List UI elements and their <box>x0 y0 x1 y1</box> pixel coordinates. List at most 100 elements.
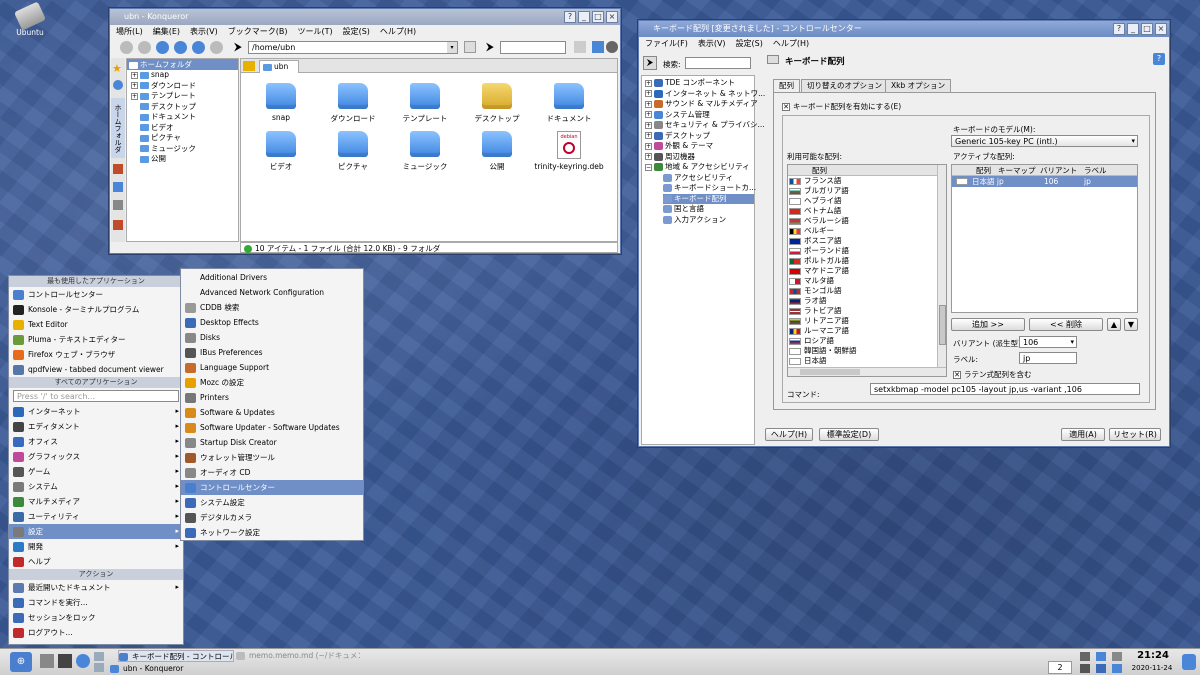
menu-item[interactable]: オフィス ▸ <box>9 434 183 449</box>
services-icon[interactable] <box>113 220 123 230</box>
expand-icon[interactable]: + <box>645 153 652 160</box>
tree-item[interactable]: デスクトップ <box>131 102 238 113</box>
menu-item[interactable]: コントロールセンター <box>181 480 363 495</box>
expand-icon[interactable]: + <box>645 90 652 97</box>
menu-item[interactable]: Text Editor <box>9 317 183 332</box>
menu-item[interactable]: 最近開いたドキュメント ▸ <box>9 580 183 595</box>
scroll-thumb[interactable] <box>939 305 946 345</box>
control-titlebar[interactable]: キーボード配列 [変更されました] - コントロールセンター ? _ □ × <box>639 21 1169 37</box>
konsole-launcher-icon[interactable] <box>58 654 72 668</box>
close-icon[interactable]: × <box>1155 23 1167 35</box>
file-item[interactable]: ドキュメント <box>533 83 605 124</box>
command-field[interactable]: setxkbmap -model pc105 -layout jp,us -va… <box>870 383 1140 395</box>
tab-layout[interactable]: 配列 <box>773 79 800 92</box>
table-row[interactable]: 日本語 jp 106 jp <box>952 176 1137 187</box>
menu-item[interactable]: マルチメディア ▸ <box>9 494 183 509</box>
clock-time[interactable]: 21:24 <box>1130 650 1176 661</box>
taskbar-task-memo[interactable]: memo.memo.md (~/ドキュメント <box>236 650 360 662</box>
clear-icon[interactable] <box>574 41 586 53</box>
tray-icon-2[interactable] <box>1096 652 1106 661</box>
list-item[interactable]: フランス語 <box>789 176 946 186</box>
menu-item[interactable]: エディタメント ▸ <box>9 419 183 434</box>
minimize-icon[interactable]: _ <box>1127 23 1139 35</box>
go-icon[interactable] <box>464 41 476 53</box>
latin-checkbox[interactable]: ✕ ラテン式配列を含む <box>953 369 1032 380</box>
available-layouts-list[interactable]: 配列 フランス語 ブルガリア語 ヘブライ語 ベトナム語 ベラルーシ語 ベルギー ボスニア語ポ… <box>787 164 947 377</box>
tree-item[interactable]: 公開 <box>131 154 238 165</box>
file-item[interactable]: ミュージック <box>389 131 461 172</box>
app-search-input[interactable]: Press '/' to search... <box>13 390 179 402</box>
remove-layout-button[interactable]: << 削除 <box>1029 318 1103 331</box>
col-variant[interactable]: バリアント <box>1040 165 1077 176</box>
list-item[interactable]: モンゴル語 <box>789 286 946 296</box>
menu-item[interactable]: ヘルプ(H) <box>380 25 416 39</box>
browser-launcher-icon[interactable] <box>76 654 90 668</box>
taskbar-task-konqueror[interactable]: ubn - Konqueror <box>110 663 234 675</box>
tree-item[interactable]: ビデオ <box>131 123 238 134</box>
expand-icon[interactable]: + <box>131 82 138 89</box>
menu-item[interactable]: コントロールセンター <box>9 287 183 302</box>
list-item[interactable]: ヘブライ語 <box>789 196 946 206</box>
user-tray-icon[interactable] <box>1182 654 1196 670</box>
volume-tray-icon[interactable] <box>1112 664 1122 673</box>
module-category[interactable]: + サウンド & マルチメディア <box>645 99 758 110</box>
menu-item[interactable]: IBus Preferences <box>181 345 363 360</box>
expand-icon[interactable]: + <box>645 121 652 129</box>
menu-item[interactable]: Disks <box>181 330 363 345</box>
list-item[interactable]: 日本語 <box>789 356 946 366</box>
expand-icon[interactable]: + <box>131 71 138 79</box>
module-item[interactable]: キーボードショートカ... <box>663 183 756 194</box>
control-search-input[interactable] <box>685 57 751 69</box>
menu-item[interactable]: ネットワーク設定 <box>181 525 363 540</box>
file-item[interactable]: 公開 <box>461 131 533 172</box>
menu-item[interactable]: Firefox ウェブ・ブラウザ <box>9 347 183 362</box>
history-icon[interactable] <box>113 80 123 90</box>
menu-item[interactable]: ファイル(F) <box>645 37 688 51</box>
menu-item[interactable]: Printers <box>181 390 363 405</box>
menu-item[interactable]: CDDB 検索 <box>181 300 363 315</box>
menu-item[interactable]: ゲーム ▸ <box>9 464 183 479</box>
module-item[interactable]: 入力アクション <box>663 215 754 226</box>
module-category[interactable]: − 地域 & アクセシビリティ <box>645 162 754 173</box>
menu-item[interactable]: オーディオ CD <box>181 465 363 480</box>
scrollbar-vertical[interactable] <box>937 165 946 368</box>
menu-item[interactable]: Language Support <box>181 360 363 375</box>
home-folder-icon[interactable] <box>113 164 123 174</box>
list-item[interactable]: マルタ語 <box>789 276 946 286</box>
menu-item[interactable]: コマンドを実行... <box>9 595 183 610</box>
clear-search-icon[interactable]: ⮞ <box>643 56 657 70</box>
menu-item[interactable]: Startup Disk Creator <box>181 435 363 450</box>
file-item[interactable]: ピクチャ <box>317 131 389 172</box>
help-icon[interactable]: ? <box>1113 23 1125 35</box>
tde-menu-icon[interactable]: ⊕ <box>10 652 32 672</box>
list-item[interactable]: ラトビア語 <box>789 306 946 316</box>
expand-icon[interactable]: + <box>645 79 652 87</box>
tree-item[interactable]: ドキュメント <box>131 112 238 123</box>
defaults-button[interactable]: 標準設定(D) <box>819 428 879 441</box>
taskbar-task-control[interactable]: キーボード配列 - コントロール <box>118 650 234 662</box>
menu-item[interactable]: Additional Drivers <box>181 270 363 285</box>
expand-icon[interactable]: + <box>645 111 652 118</box>
module-category[interactable]: + 周辺機器 <box>645 152 754 163</box>
menu-item[interactable]: ユーティリティ ▸ <box>9 509 183 524</box>
tree-root[interactable]: ホームフォルダ <box>127 59 238 70</box>
tab-switch-options[interactable]: 切り替えのオプション <box>801 79 888 92</box>
menu-item[interactable]: 表示(V) <box>698 37 726 51</box>
menu-item[interactable]: セッションをロック <box>9 610 183 625</box>
tree-item[interactable]: ミュージック <box>131 144 238 155</box>
list-item[interactable]: ベルギー <box>789 226 946 236</box>
model-select[interactable]: Generic 105-key PC (intl.) ▾ <box>951 135 1138 147</box>
menu-item[interactable]: ツール(T) <box>297 25 332 39</box>
file-item[interactable]: テンプレート <box>389 83 461 124</box>
menu-item[interactable]: 編集(E) <box>153 25 180 39</box>
menu-item[interactable]: Pluma - テキストエディター <box>9 332 183 347</box>
menu-item[interactable]: ログアウト... <box>9 625 183 640</box>
menu-item[interactable]: ブックマーク(B) <box>228 25 288 39</box>
network-tray-icon[interactable] <box>1096 664 1106 673</box>
web-search-input[interactable] <box>500 41 566 54</box>
module-category[interactable]: + 外観 & テーマ <box>645 141 754 152</box>
menu-item[interactable]: 場所(L) <box>116 25 143 39</box>
list-item[interactable]: ポルトガル語 <box>789 256 946 266</box>
maximize-icon[interactable]: □ <box>1141 23 1153 35</box>
search-go-icon[interactable]: ⮞ <box>486 40 494 54</box>
